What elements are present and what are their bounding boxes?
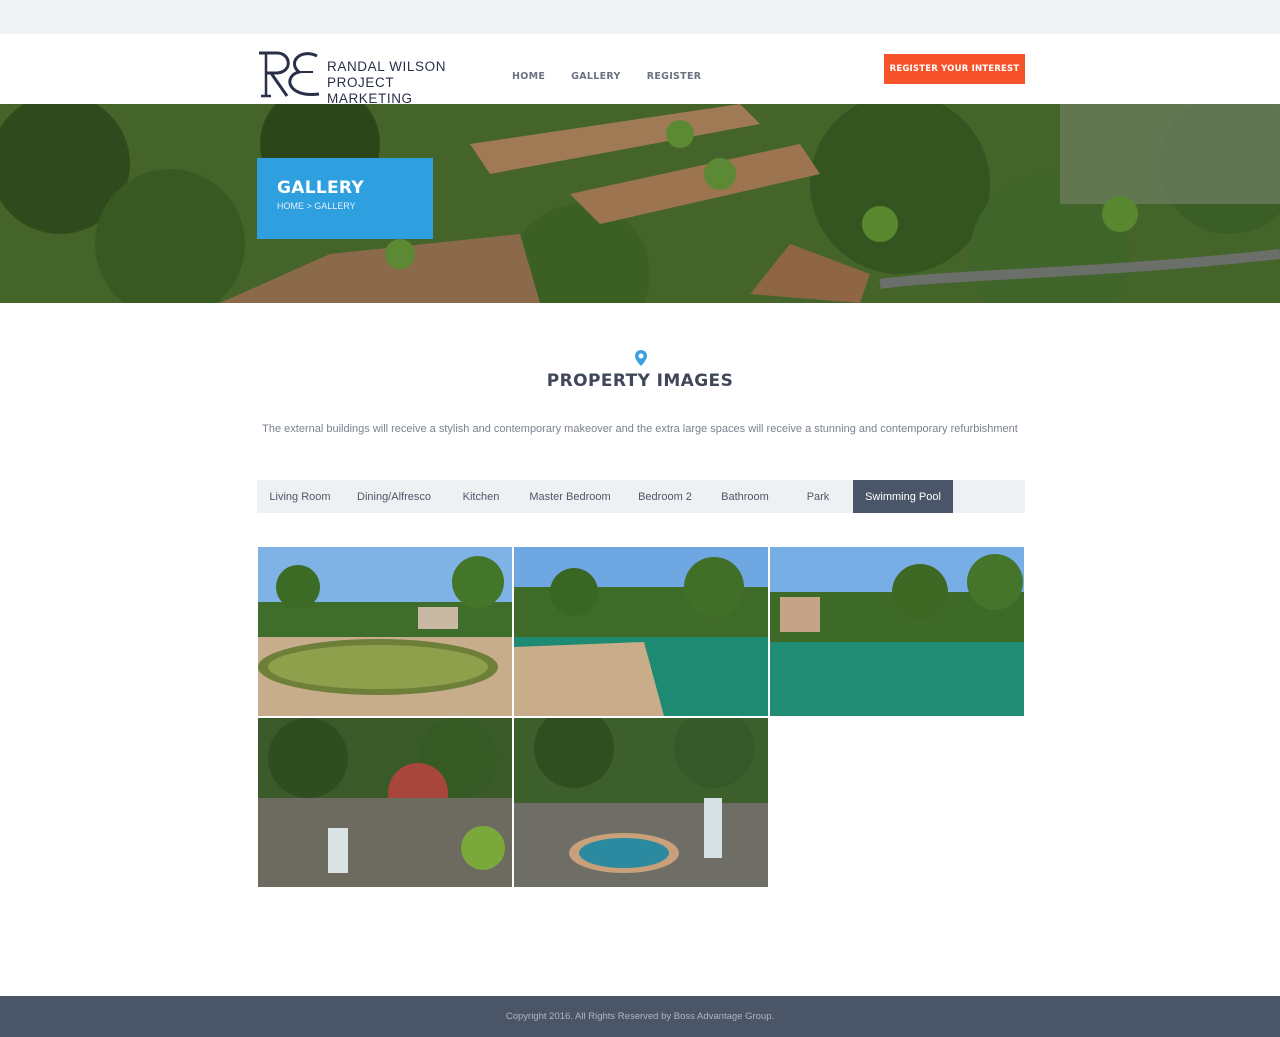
nav-register[interactable]: REGISTER xyxy=(647,71,702,82)
brand-logo[interactable]: RANDAL WILSON PROJECT MARKETING xyxy=(257,50,477,106)
hero-banner: GALLERY HOME > GALLERY xyxy=(0,104,1280,303)
section-description: The external buildings will receive a st… xyxy=(262,423,1018,435)
brand-line-1: RANDAL WILSON xyxy=(327,59,447,74)
gallery-photo-spa-waterfall[interactable] xyxy=(514,718,768,887)
page-title: GALLERY xyxy=(277,178,364,198)
hero-aerial-image xyxy=(0,104,1280,303)
nav-home[interactable]: HOME xyxy=(512,71,545,82)
gallery-photo-pool-1[interactable] xyxy=(258,547,512,716)
photo-gallery xyxy=(258,547,1025,888)
site-header: RANDAL WILSON PROJECT MARKETING HOME GAL… xyxy=(0,34,1280,106)
tab-bathroom[interactable]: Bathroom xyxy=(707,480,783,513)
gallery-photo-pool-2[interactable] xyxy=(514,547,768,716)
breadcrumb: HOME > GALLERY xyxy=(277,201,356,211)
section-title: PROPERTY IMAGES xyxy=(546,371,734,391)
register-interest-button[interactable]: REGISTER YOUR INTEREST xyxy=(884,54,1025,84)
tab-park[interactable]: Park xyxy=(783,480,853,513)
brand-line-2: PROJECT MARKETING xyxy=(327,75,413,106)
map-pin-icon xyxy=(635,350,647,366)
copyright-text: Copyright 2016. All Rights Reserved by B… xyxy=(505,1011,775,1022)
tab-master-bedroom[interactable]: Master Bedroom xyxy=(517,480,623,513)
tab-living-room[interactable]: Living Room xyxy=(257,480,343,513)
nav-gallery[interactable]: GALLERY xyxy=(571,71,621,82)
tab-swimming-pool[interactable]: Swimming Pool xyxy=(853,480,953,513)
top-strip xyxy=(0,0,1280,34)
tab-kitchen[interactable]: Kitchen xyxy=(445,480,517,513)
page-title-box: GALLERY HOME > GALLERY xyxy=(257,158,433,239)
tab-bedroom-2[interactable]: Bedroom 2 xyxy=(623,480,707,513)
brand-name: RANDAL WILSON PROJECT MARKETING xyxy=(327,59,477,107)
site-footer: Copyright 2016. All Rights Reserved by B… xyxy=(0,996,1280,1037)
tab-dining-alfresco[interactable]: Dining/Alfresco xyxy=(343,480,445,513)
gallery-photo-waterfall-garden[interactable] xyxy=(258,718,512,887)
gallery-tabs: Living Room Dining/Alfresco Kitchen Mast… xyxy=(257,480,1025,513)
main-nav: HOME GALLERY REGISTER xyxy=(512,71,727,82)
re-monogram-logo-icon xyxy=(259,51,320,98)
gallery-photo-pool-3[interactable] xyxy=(770,547,1024,716)
